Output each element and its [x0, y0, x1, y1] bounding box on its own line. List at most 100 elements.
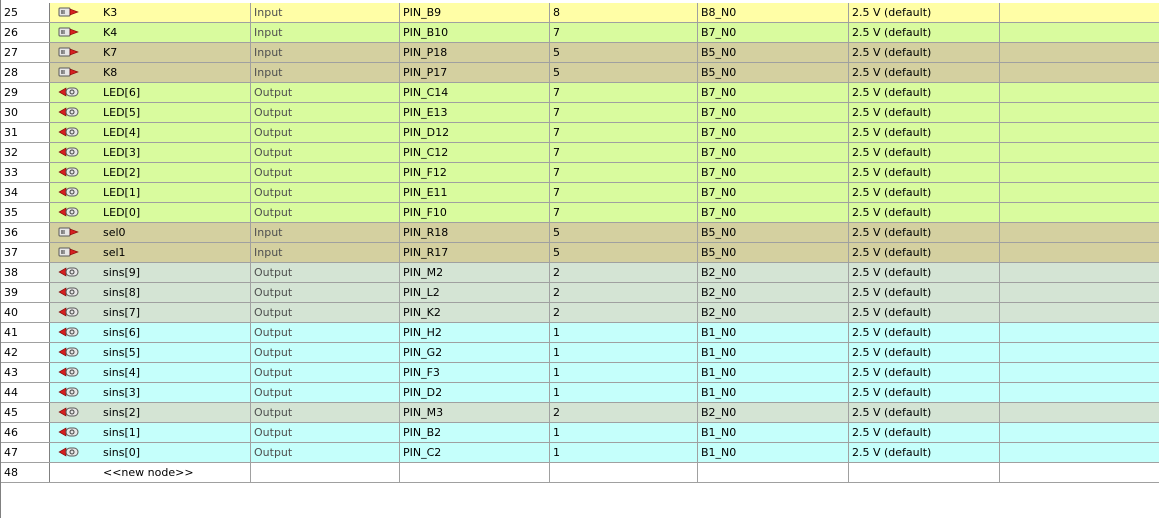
io-bank-cell[interactable]: 1	[550, 343, 698, 362]
reserved-cell[interactable]	[1000, 63, 1159, 82]
reserved-cell[interactable]	[1000, 403, 1159, 422]
vref-group-cell[interactable]: B2_N0	[698, 263, 849, 282]
location-cell[interactable]: PIN_E11	[400, 183, 550, 202]
table-row[interactable]: 34 LED[1] Output PIN_E11 7 B7_N0 2.5 V (defaul…	[0, 183, 1159, 203]
vref-group-cell[interactable]: B7_N0	[698, 123, 849, 142]
location-cell[interactable]: PIN_R17	[400, 243, 550, 262]
io-bank-cell[interactable]: 7	[550, 23, 698, 42]
io-standard-cell[interactable]: 2.5 V (default)	[849, 43, 1000, 62]
table-row[interactable]: 37 sel1 Input PIN_R17 5 B5_N0 2.5 V (default)	[0, 243, 1159, 263]
node-name-cell[interactable]: sins[3]	[98, 383, 251, 402]
io-bank-cell[interactable]: 5	[550, 43, 698, 62]
io-bank-cell[interactable]: 2	[550, 403, 698, 422]
reserved-cell[interactable]	[1000, 143, 1159, 162]
node-name-cell[interactable]: LED[6]	[98, 83, 251, 102]
node-name-cell[interactable]: K7	[98, 43, 251, 62]
table-row[interactable]: 40 sins[7] Output PIN_K2 2 B2_N0 2.5 V (defaul…	[0, 303, 1159, 323]
io-bank-cell[interactable]: 1	[550, 423, 698, 442]
vref-group-cell[interactable]: B1_N0	[698, 363, 849, 382]
io-bank-cell[interactable]: 1	[550, 443, 698, 462]
node-name-cell[interactable]: sins[6]	[98, 323, 251, 342]
vref-group-cell[interactable]: B2_N0	[698, 403, 849, 422]
location-cell[interactable]: PIN_E13	[400, 103, 550, 122]
node-name-cell[interactable]: K8	[98, 63, 251, 82]
io-standard-cell[interactable]: 2.5 V (default)	[849, 63, 1000, 82]
io-standard-cell[interactable]: 2.5 V (default)	[849, 183, 1000, 202]
table-row[interactable]: 28 K8 Input PIN_P17 5 B5_N0 2.5 V (default)	[0, 63, 1159, 83]
io-bank-cell[interactable]: 1	[550, 323, 698, 342]
vref-group-cell[interactable]: B1_N0	[698, 383, 849, 402]
vref-group-cell[interactable]: B1_N0	[698, 443, 849, 462]
io-standard-cell[interactable]: 2.5 V (default)	[849, 443, 1000, 462]
location-cell[interactable]: PIN_H2	[400, 323, 550, 342]
location-cell[interactable]: PIN_P17	[400, 63, 550, 82]
io-standard-cell[interactable]: 2.5 V (default)	[849, 403, 1000, 422]
vref-group-cell[interactable]: B1_N0	[698, 323, 849, 342]
io-bank-cell[interactable]: 7	[550, 163, 698, 182]
table-row[interactable]: 30 LED[5] Output PIN_E13 7 B7_N0 2.5 V (defaul…	[0, 103, 1159, 123]
node-name-cell[interactable]: <<new node>>	[98, 463, 251, 482]
vref-group-cell[interactable]: B7_N0	[698, 203, 849, 222]
reserved-cell[interactable]	[1000, 303, 1159, 322]
io-standard-cell[interactable]: 2.5 V (default)	[849, 143, 1000, 162]
table-row[interactable]: 31 LED[4] Output PIN_D12 7 B7_N0 2.5 V (defaul…	[0, 123, 1159, 143]
node-name-cell[interactable]: sins[0]	[98, 443, 251, 462]
node-name-cell[interactable]: sins[8]	[98, 283, 251, 302]
table-row[interactable]: 27 K7 Input PIN_P18 5 B5_N0 2.5 V (default)	[0, 43, 1159, 63]
io-standard-cell[interactable]: 2.5 V (default)	[849, 283, 1000, 302]
vref-group-cell[interactable]: B2_N0	[698, 283, 849, 302]
vref-group-cell[interactable]: B5_N0	[698, 243, 849, 262]
reserved-cell[interactable]	[1000, 83, 1159, 102]
table-row[interactable]: 36 sel0 Input PIN_R18 5 B5_N0 2.5 V (default)	[0, 223, 1159, 243]
location-cell[interactable]: PIN_F3	[400, 363, 550, 382]
node-name-cell[interactable]: sel0	[98, 223, 251, 242]
table-row[interactable]: 43 sins[4] Output PIN_F3 1 B1_N0 2.5 V (defaul…	[0, 363, 1159, 383]
io-bank-cell[interactable]: 7	[550, 143, 698, 162]
reserved-cell[interactable]	[1000, 283, 1159, 302]
table-row[interactable]: 41 sins[6] Output PIN_H2 1 B1_N0 2.5 V (defaul…	[0, 323, 1159, 343]
io-bank-cell[interactable]: 1	[550, 363, 698, 382]
io-standard-cell[interactable]: 2.5 V (default)	[849, 363, 1000, 382]
node-name-cell[interactable]: LED[5]	[98, 103, 251, 122]
reserved-cell[interactable]	[1000, 123, 1159, 142]
io-bank-cell[interactable]: 7	[550, 103, 698, 122]
reserved-cell[interactable]	[1000, 203, 1159, 222]
io-bank-cell[interactable]: 7	[550, 203, 698, 222]
reserved-cell[interactable]	[1000, 463, 1159, 482]
io-standard-cell[interactable]: 2.5 V (default)	[849, 3, 1000, 22]
io-standard-cell[interactable]: 2.5 V (default)	[849, 103, 1000, 122]
io-bank-cell[interactable]	[550, 463, 698, 482]
io-standard-cell[interactable]: 2.5 V (default)	[849, 203, 1000, 222]
table-row[interactable]: 48 <<new node>>	[0, 463, 1159, 483]
io-standard-cell[interactable]	[849, 463, 1000, 482]
location-cell[interactable]: PIN_B9	[400, 3, 550, 22]
vref-group-cell[interactable]: B2_N0	[698, 303, 849, 322]
vref-group-cell[interactable]: B7_N0	[698, 143, 849, 162]
table-row[interactable]: 39 sins[8] Output PIN_L2 2 B2_N0 2.5 V (defaul…	[0, 283, 1159, 303]
vref-group-cell[interactable]: B5_N0	[698, 63, 849, 82]
table-row[interactable]: 26 K4 Input PIN_B10 7 B7_N0 2.5 V (default)	[0, 23, 1159, 43]
vref-group-cell[interactable]: B7_N0	[698, 23, 849, 42]
io-standard-cell[interactable]: 2.5 V (default)	[849, 123, 1000, 142]
vref-group-cell[interactable]: B1_N0	[698, 343, 849, 362]
node-name-cell[interactable]: sins[1]	[98, 423, 251, 442]
vref-group-cell[interactable]: B7_N0	[698, 103, 849, 122]
reserved-cell[interactable]	[1000, 263, 1159, 282]
io-standard-cell[interactable]: 2.5 V (default)	[849, 163, 1000, 182]
vref-group-cell[interactable]: B5_N0	[698, 223, 849, 242]
reserved-cell[interactable]	[1000, 223, 1159, 242]
reserved-cell[interactable]	[1000, 43, 1159, 62]
location-cell[interactable]: PIN_M2	[400, 263, 550, 282]
location-cell[interactable]: PIN_C12	[400, 143, 550, 162]
node-name-cell[interactable]: LED[3]	[98, 143, 251, 162]
node-name-cell[interactable]: LED[1]	[98, 183, 251, 202]
location-cell[interactable]: PIN_G2	[400, 343, 550, 362]
vref-group-cell[interactable]: B1_N0	[698, 423, 849, 442]
reserved-cell[interactable]	[1000, 363, 1159, 382]
location-cell[interactable]: PIN_K2	[400, 303, 550, 322]
reserved-cell[interactable]	[1000, 243, 1159, 262]
table-row[interactable]: 38 sins[9] Output PIN_M2 2 B2_N0 2.5 V (defaul…	[0, 263, 1159, 283]
vref-group-cell[interactable]: B8_N0	[698, 3, 849, 22]
io-bank-cell[interactable]: 7	[550, 123, 698, 142]
io-standard-cell[interactable]: 2.5 V (default)	[849, 223, 1000, 242]
